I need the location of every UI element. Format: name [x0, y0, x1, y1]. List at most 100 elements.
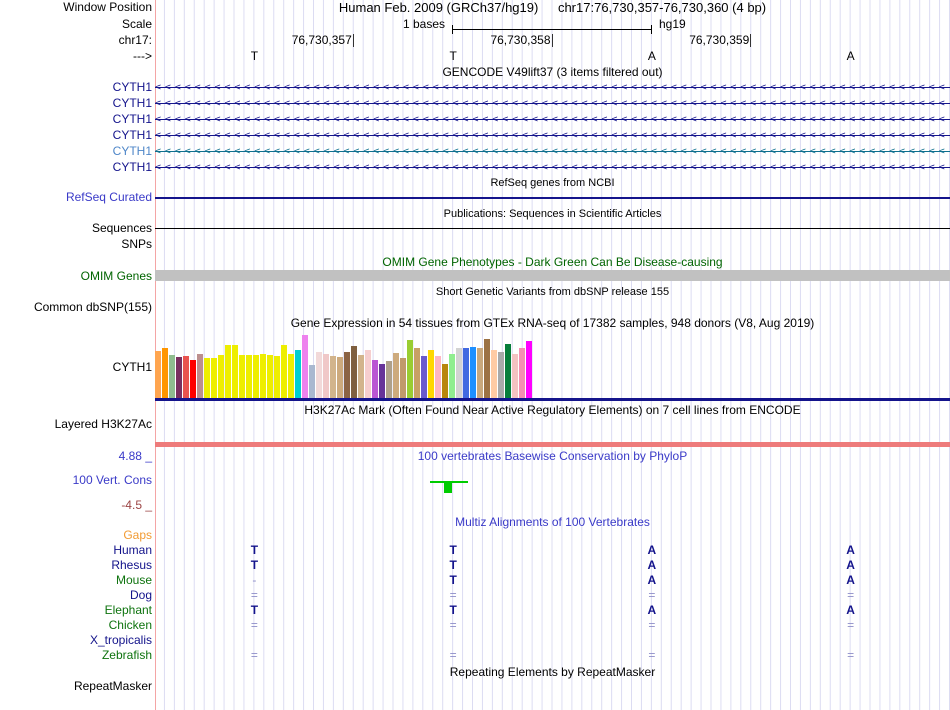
omim-track-title[interactable]: OMIM Gene Phenotypes - Dark Green Can Be… — [155, 256, 950, 269]
gtex-tissue-bar[interactable] — [393, 353, 399, 398]
h3k27ac-signal-band[interactable] — [155, 442, 950, 447]
gtex-tissue-bar[interactable] — [260, 354, 266, 398]
species-label[interactable]: Zebrafish — [102, 649, 152, 662]
gtex-tissue-bar[interactable] — [309, 365, 315, 398]
gtex-tissue-bar[interactable] — [512, 354, 518, 398]
gtex-tissue-bar[interactable] — [302, 335, 308, 398]
gtex-tissue-bar[interactable] — [288, 354, 294, 398]
sequences-label[interactable]: Sequences — [92, 222, 152, 235]
gtex-tissue-bar[interactable] — [351, 346, 357, 398]
alignment-base: = — [449, 648, 457, 662]
gtex-tissue-bar[interactable] — [358, 355, 364, 398]
gtex-tissue-bar[interactable] — [421, 356, 427, 398]
h3k27ac-track-title[interactable]: H3K27Ac Mark (Often Found Near Active Re… — [155, 404, 950, 417]
gencode-gene-label[interactable]: CYTH1 — [113, 161, 152, 174]
gencode-transcript[interactable]: <<<<<<<<<<<<<<<<<<<<<<<<<<<<<<<<<<<<<<<<… — [155, 81, 950, 94]
gtex-tissue-bar[interactable] — [183, 356, 189, 398]
species-label[interactable]: Human — [113, 544, 152, 557]
gtex-tissue-bar[interactable] — [449, 354, 455, 398]
gtex-tissue-bar[interactable] — [225, 345, 231, 398]
refseq-curated-label[interactable]: RefSeq Curated — [66, 191, 152, 204]
gtex-tissue-bar[interactable] — [372, 360, 378, 398]
gtex-tissue-bar[interactable] — [274, 356, 280, 398]
species-label[interactable]: Mouse — [116, 574, 152, 587]
dbsnp-label[interactable]: Common dbSNP(155) — [34, 301, 152, 314]
gtex-tissue-bar[interactable] — [281, 345, 287, 398]
gtex-tissue-bar[interactable] — [519, 348, 525, 398]
species-label[interactable]: Dog — [130, 589, 152, 602]
gtex-tissue-bar[interactable] — [176, 357, 182, 398]
gtex-tissue-bar[interactable] — [344, 352, 350, 398]
gtex-tissue-bar[interactable] — [211, 358, 217, 398]
gtex-tissue-bar[interactable] — [407, 340, 413, 398]
gtex-tissue-bar[interactable] — [337, 357, 343, 398]
gencode-transcript[interactable]: <<<<<<<<<<<<<<<<<<<<<<<<<<<<<<<<<<<<<<<<… — [155, 145, 950, 158]
gencode-transcript[interactable]: <<<<<<<<<<<<<<<<<<<<<<<<<<<<<<<<<<<<<<<<… — [155, 161, 950, 174]
gencode-transcript[interactable]: <<<<<<<<<<<<<<<<<<<<<<<<<<<<<<<<<<<<<<<<… — [155, 129, 950, 142]
gtex-tissue-bar[interactable] — [463, 348, 469, 398]
gtex-tissue-bar[interactable] — [316, 352, 322, 398]
gtex-tissue-bar[interactable] — [246, 355, 252, 398]
species-label[interactable]: Rhesus — [111, 559, 152, 572]
gtex-tissue-bar[interactable] — [190, 360, 196, 398]
species-label[interactable]: X_tropicalis — [90, 634, 152, 647]
species-label[interactable]: Elephant — [105, 604, 152, 617]
gtex-tissue-bar[interactable] — [526, 341, 532, 398]
conservation-label[interactable]: 100 Vert. Cons — [73, 474, 152, 487]
gtex-tissue-bar[interactable] — [218, 355, 224, 398]
gtex-tissue-bar[interactable] — [435, 356, 441, 398]
omim-gene-bar[interactable] — [155, 270, 950, 281]
snps-label[interactable]: SNPs — [121, 238, 152, 251]
refseq-gene-line[interactable] — [155, 197, 950, 199]
gtex-gene-label[interactable]: CYTH1 — [113, 361, 152, 374]
gtex-tissue-bar[interactable] — [155, 351, 161, 398]
gtex-tissue-bar[interactable] — [428, 350, 434, 398]
gtex-tissue-bar[interactable] — [477, 348, 483, 398]
gtex-tissue-bar[interactable] — [162, 348, 168, 398]
gaps-label[interactable]: Gaps — [123, 529, 152, 542]
gtex-tissue-bar[interactable] — [379, 364, 385, 398]
repeatmasker-track-title[interactable]: Repeating Elements by RepeatMasker — [155, 666, 950, 679]
conservation-score-bar[interactable] — [444, 481, 452, 493]
conservation-track-title[interactable]: 100 vertebrates Basewise Conservation by… — [155, 450, 950, 463]
gtex-tissue-bar[interactable] — [197, 354, 203, 398]
gtex-tissue-bar[interactable] — [365, 350, 371, 398]
gtex-tissue-bar[interactable] — [498, 352, 504, 398]
gtex-tissue-bar[interactable] — [204, 358, 210, 398]
multiz-track-title[interactable]: Multiz Alignments of 100 Vertebrates — [155, 516, 950, 529]
dbsnp-track-title[interactable]: Short Genetic Variants from dbSNP releas… — [155, 286, 950, 299]
gtex-tissue-bar[interactable] — [484, 339, 490, 398]
publications-line[interactable] — [155, 228, 950, 229]
gencode-gene-label[interactable]: CYTH1 — [113, 129, 152, 142]
publications-track-title[interactable]: Publications: Sequences in Scientific Ar… — [155, 208, 950, 221]
gtex-tissue-bar[interactable] — [253, 355, 259, 398]
gtex-tissue-bar[interactable] — [330, 356, 336, 398]
gencode-transcript[interactable]: <<<<<<<<<<<<<<<<<<<<<<<<<<<<<<<<<<<<<<<<… — [155, 97, 950, 110]
gtex-tissue-bar[interactable] — [169, 355, 175, 398]
gtex-tissue-bar[interactable] — [400, 358, 406, 398]
gencode-transcript[interactable]: <<<<<<<<<<<<<<<<<<<<<<<<<<<<<<<<<<<<<<<<… — [155, 113, 950, 126]
gencode-track-title[interactable]: GENCODE V49lift37 (3 items filtered out) — [155, 66, 950, 79]
gtex-tissue-bar[interactable] — [414, 348, 420, 398]
gtex-tissue-bar[interactable] — [239, 355, 245, 398]
gencode-gene-label[interactable]: CYTH1 — [113, 145, 152, 158]
gtex-track-title[interactable]: Gene Expression in 54 tissues from GTEx … — [155, 317, 950, 330]
gtex-tissue-bar[interactable] — [505, 344, 511, 398]
gtex-tissue-bar[interactable] — [491, 350, 497, 398]
gtex-tissue-bar[interactable] — [267, 355, 273, 398]
repeatmasker-label[interactable]: RepeatMasker — [74, 680, 152, 693]
gtex-tissue-bar[interactable] — [442, 364, 448, 398]
gtex-tissue-bar[interactable] — [456, 348, 462, 398]
gtex-tissue-bar[interactable] — [470, 347, 476, 398]
omim-genes-label[interactable]: OMIM Genes — [81, 270, 152, 283]
gencode-gene-label[interactable]: CYTH1 — [113, 113, 152, 126]
gencode-gene-label[interactable]: CYTH1 — [113, 97, 152, 110]
gencode-gene-label[interactable]: CYTH1 — [113, 81, 152, 94]
gtex-tissue-bar[interactable] — [232, 345, 238, 398]
h3k27ac-label[interactable]: Layered H3K27Ac — [55, 418, 152, 431]
gtex-tissue-bar[interactable] — [295, 350, 301, 398]
species-label[interactable]: Chicken — [109, 619, 152, 632]
refseq-track-title[interactable]: RefSeq genes from NCBI — [155, 177, 950, 190]
gtex-tissue-bar[interactable] — [386, 361, 392, 398]
gtex-tissue-bar[interactable] — [323, 354, 329, 398]
